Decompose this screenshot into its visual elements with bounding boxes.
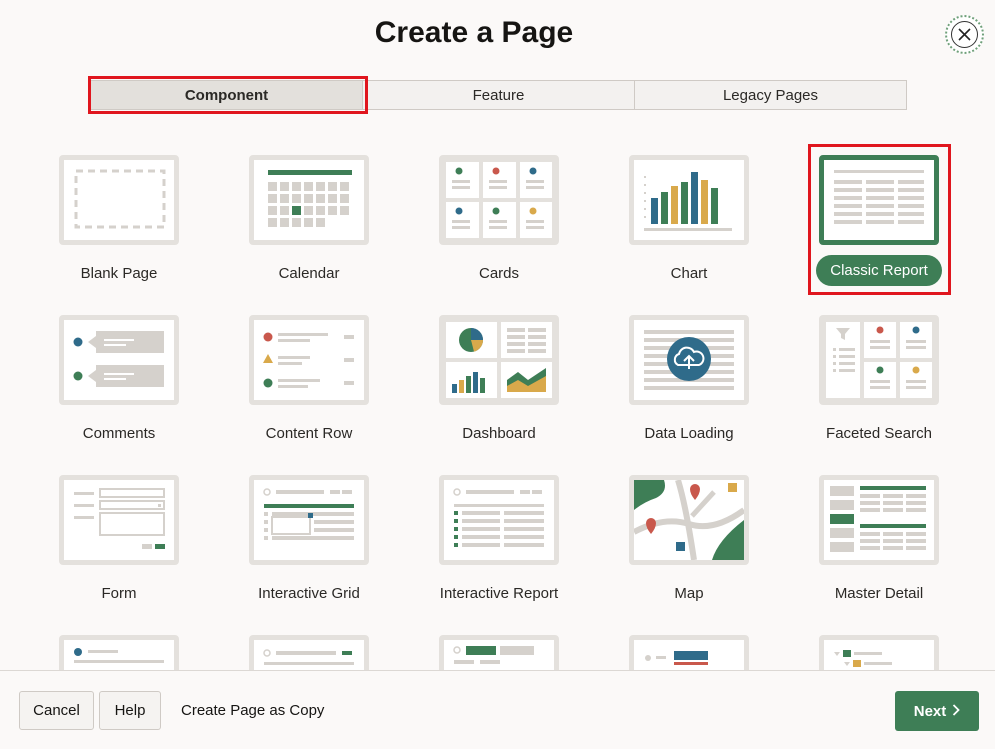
tile-classic-report[interactable]: Classic Report (794, 155, 964, 305)
search-report-icon (249, 635, 369, 670)
dashboard-icon (439, 315, 559, 405)
cards-icon (439, 155, 559, 245)
tile-label: Map (674, 585, 704, 602)
tile-partial-4[interactable] (604, 635, 774, 670)
tile-label: Blank Page (80, 265, 158, 282)
tile-partial-1[interactable] (34, 635, 204, 670)
list-view-icon (59, 635, 179, 670)
tile-label: Comments (82, 425, 156, 442)
chart-icon (629, 155, 749, 245)
tile-cards[interactable]: Cards (414, 155, 584, 305)
tile-map[interactable]: Map (604, 475, 774, 625)
tile-comments[interactable]: Comments (34, 315, 204, 465)
tab-feature[interactable]: Feature (363, 81, 635, 109)
smart-filters-icon (439, 635, 559, 670)
tile-partial-2[interactable] (224, 635, 394, 670)
tab-legacy-pages[interactable]: Legacy Pages (635, 81, 906, 109)
create-page-as-copy-button[interactable]: Create Page as Copy (170, 691, 335, 730)
component-grid: Blank Page Calendar Cards Chart Classic … (0, 125, 995, 670)
tile-label: Faceted Search (826, 425, 932, 442)
data-loading-icon (629, 315, 749, 405)
content-row-icon (249, 315, 369, 405)
comments-icon (59, 315, 179, 405)
close-button[interactable] (945, 15, 984, 54)
page-type-tabs: Component Feature Legacy Pages (90, 80, 907, 110)
tile-label: Calendar (278, 265, 340, 282)
faceted-search-icon (819, 315, 939, 405)
cancel-button[interactable]: Cancel (19, 691, 94, 730)
next-button-label: Next (913, 702, 947, 720)
tile-form[interactable]: Form (34, 475, 204, 625)
tile-chart[interactable]: Chart (604, 155, 774, 305)
chevron-right-icon (952, 703, 961, 720)
tile-blank-page[interactable]: Blank Page (34, 155, 204, 305)
calendar-icon (249, 155, 369, 245)
page-title: Create a Page (374, 16, 574, 49)
tile-calendar[interactable]: Calendar (224, 155, 394, 305)
next-button[interactable]: Next (895, 691, 979, 731)
tile-faceted-search[interactable]: Faceted Search (794, 315, 964, 465)
blank-page-icon (59, 155, 179, 245)
help-button[interactable]: Help (99, 691, 161, 730)
tile-label: Form (101, 585, 137, 602)
tile-label: Data Loading (644, 425, 734, 442)
dialog-footer: Cancel Help Create Page as Copy Next (0, 670, 995, 749)
tile-label: Content Row (265, 425, 353, 442)
interactive-grid-icon (249, 475, 369, 565)
tile-interactive-grid[interactable]: Interactive Grid (224, 475, 394, 625)
tab-component[interactable]: Component (91, 81, 363, 109)
tile-label: Classic Report (816, 255, 942, 286)
tile-label: Cards (478, 265, 519, 282)
classic-report-icon (819, 155, 939, 245)
tile-label: Master Detail (834, 585, 924, 602)
tile-label: Chart (670, 265, 708, 282)
tile-label: Interactive Grid (258, 585, 360, 602)
tile-label: Interactive Report (439, 585, 559, 602)
master-detail-icon (819, 475, 939, 565)
tile-partial-3[interactable] (414, 635, 584, 670)
tree-icon (819, 635, 939, 670)
tile-master-detail[interactable]: Master Detail (794, 475, 964, 625)
timeline-icon (629, 635, 749, 670)
tile-partial-5[interactable] (794, 635, 964, 670)
tile-data-loading[interactable]: Data Loading (604, 315, 774, 465)
form-icon (59, 475, 179, 565)
map-icon (629, 475, 749, 565)
tile-interactive-report[interactable]: Interactive Report (414, 475, 584, 625)
tile-label: Dashboard (462, 425, 536, 442)
interactive-report-icon (439, 475, 559, 565)
tile-content-row[interactable]: Content Row (224, 315, 394, 465)
tile-dashboard[interactable]: Dashboard (414, 315, 584, 465)
close-icon (951, 21, 978, 48)
